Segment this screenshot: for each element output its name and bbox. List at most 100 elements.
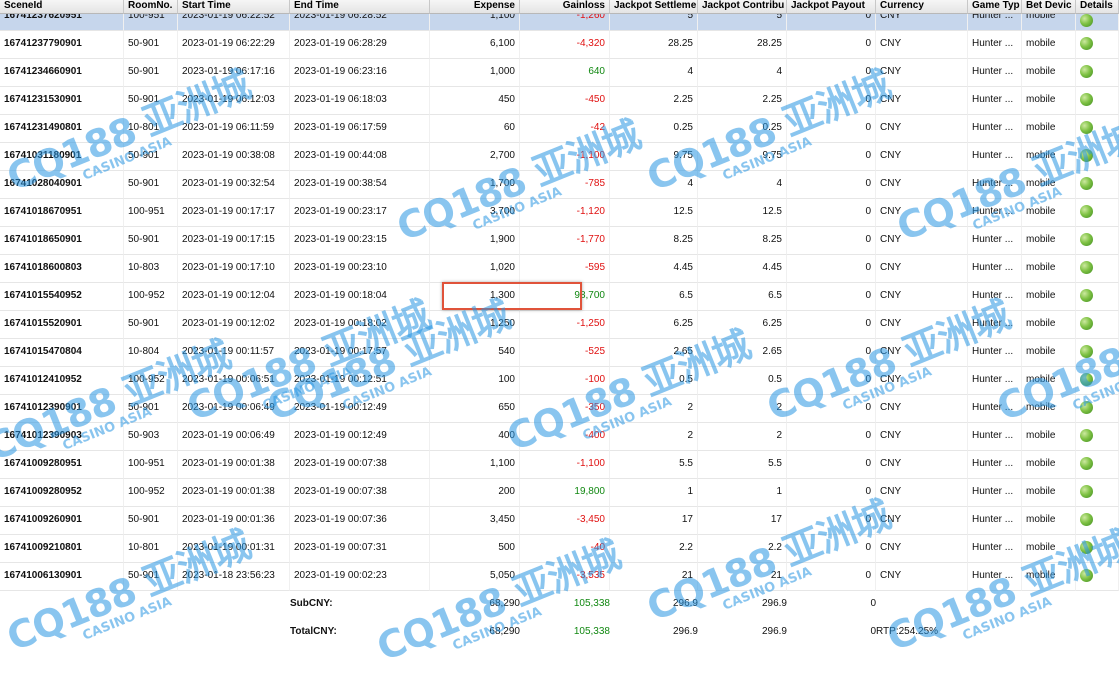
cell-expense: 3,700	[430, 199, 520, 227]
cell-details	[1076, 563, 1119, 591]
cell-expense: 5,050	[430, 563, 520, 591]
cell-start-time: 2023-01-19 00:17:15	[178, 227, 290, 255]
details-icon[interactable]	[1080, 64, 1093, 78]
cell-start-time: 2023-01-19 00:01:36	[178, 507, 290, 535]
cell-end-time: 2023-01-19 00:44:08	[290, 143, 430, 171]
cell-expense: 1,100	[430, 14, 520, 31]
column-header-scene-id[interactable]: SceneId	[0, 0, 124, 14]
cell-game-type: Hunter ...	[968, 395, 1022, 423]
cell-scene-id: 16741012390901	[0, 395, 124, 423]
column-header-room-no[interactable]: RoomNo.	[124, 0, 178, 14]
report-table: SceneId RoomNo. Start Time End Time Expense G…	[0, 0, 1119, 647]
column-header-details[interactable]: Details	[1076, 0, 1119, 14]
cell-details	[1076, 395, 1119, 423]
cell-details	[1076, 87, 1119, 115]
subtotal-label: SubCNY:	[290, 598, 333, 609]
details-icon[interactable]	[1080, 344, 1093, 358]
details-icon[interactable]	[1080, 204, 1093, 218]
details-icon[interactable]	[1080, 316, 1093, 330]
table-row[interactable]: 16741009280951 100-951 2023-01-19 00:01:38…	[0, 451, 1119, 479]
details-icon[interactable]	[1080, 288, 1093, 302]
cell-jackpot-contribution: 9.75	[698, 143, 787, 171]
cell-currency: CNY	[876, 423, 968, 451]
details-icon[interactable]	[1080, 120, 1093, 134]
cell-bet-device: mobile	[1022, 87, 1076, 115]
cell-end-time: 2023-01-19 06:28:29	[290, 31, 430, 59]
table-row[interactable]: 16741009280952 100-952 2023-01-19 00:01:38…	[0, 479, 1119, 507]
selected-partial-row[interactable]: 16741237620951 100-951 2023-01-19 06:22:52…	[0, 14, 1119, 31]
table-row[interactable]: 16741018600803 10-803 2023-01-19 00:17:10 2…	[0, 255, 1119, 283]
column-header-game-type[interactable]: Game Typ	[968, 0, 1022, 14]
cell-currency: CNY	[876, 367, 968, 395]
cell-jackpot-payout: 0	[787, 367, 876, 395]
cell-details	[1076, 31, 1119, 59]
column-header-jackpot-settlement[interactable]: Jackpot Settleme	[610, 0, 698, 14]
table-row[interactable]: 16741231530901 50-901 2023-01-19 06:12:03 2…	[0, 87, 1119, 115]
cell-scene-id: 16741012410952	[0, 367, 124, 395]
cell-currency: CNY	[876, 479, 968, 507]
cell-room-no: 50-901	[124, 395, 178, 423]
cell-jackpot-settlement: 1	[610, 479, 698, 507]
details-icon[interactable]	[1080, 36, 1093, 50]
details-icon[interactable]	[1080, 400, 1093, 414]
details-icon[interactable]	[1080, 568, 1093, 582]
table-row[interactable]: 16741018670951 100-951 2023-01-19 00:17:17…	[0, 199, 1119, 227]
cell-expense: 650	[430, 395, 520, 423]
table-row[interactable]: 16741237790901 50-901 2023-01-19 06:22:29 2…	[0, 31, 1119, 59]
column-header-start-time[interactable]: Start Time	[178, 0, 290, 14]
table-row[interactable]: 16741018650901 50-901 2023-01-19 00:17:15 2…	[0, 227, 1119, 255]
cell-jackpot-payout: 0	[787, 14, 876, 31]
details-icon[interactable]	[1080, 176, 1093, 190]
column-header-expense[interactable]: Expense	[430, 0, 520, 14]
details-icon[interactable]	[1080, 372, 1093, 386]
table-row[interactable]: 16741009260901 50-901 2023-01-19 00:01:36 2…	[0, 507, 1119, 535]
table-row[interactable]: 16741234660901 50-901 2023-01-19 06:17:16 2…	[0, 59, 1119, 87]
column-header-jackpot-payout[interactable]: Jackpot Payout	[787, 0, 876, 14]
cell-gainloss: -1,100	[520, 143, 610, 171]
column-header-gainloss[interactable]: Gainloss	[520, 0, 610, 14]
table-row[interactable]: 16741009210801 10-801 2023-01-19 00:01:31 2…	[0, 535, 1119, 563]
details-icon[interactable]	[1080, 260, 1093, 274]
table-row[interactable]: 16741231490801 10-801 2023-01-19 06:11:59 2…	[0, 115, 1119, 143]
cell-game-type: Hunter ...	[968, 507, 1022, 535]
table-header: SceneId RoomNo. Start Time End Time Expense G…	[0, 0, 1119, 14]
cell-end-time: 2023-01-19 06:17:59	[290, 115, 430, 143]
column-header-currency[interactable]: Currency	[876, 0, 968, 14]
cell-currency: CNY	[876, 563, 968, 591]
cell-start-time: 2023-01-19 00:11:57	[178, 339, 290, 367]
cell-jackpot-contribution: 2.2	[698, 535, 787, 563]
cell-end-time: 2023-01-19 00:18:02	[290, 311, 430, 339]
table-row[interactable]: 16741012390903 50-903 2023-01-19 00:06:49 2…	[0, 423, 1119, 451]
cell-gainloss: -525	[520, 339, 610, 367]
cell-end-time: 2023-01-19 00:12:51	[290, 367, 430, 395]
table-row[interactable]: 16741031180901 50-901 2023-01-19 00:38:08 2…	[0, 143, 1119, 171]
table-row[interactable]: 16741015520901 50-901 2023-01-19 00:12:02 2…	[0, 311, 1119, 339]
cell-bet-device: mobile	[1022, 14, 1076, 31]
details-icon[interactable]	[1080, 484, 1093, 498]
details-icon[interactable]	[1080, 456, 1093, 470]
details-icon[interactable]	[1080, 14, 1093, 27]
column-header-jackpot-contribution[interactable]: Jackpot Contribu	[698, 0, 787, 14]
details-icon[interactable]	[1080, 232, 1093, 246]
table-row[interactable]: 16741015470804 10-804 2023-01-19 00:11:57 2…	[0, 339, 1119, 367]
cell-expense: 1,000	[430, 59, 520, 87]
table-row[interactable]: 16741015540952 100-952 2023-01-19 00:12:04…	[0, 283, 1119, 311]
table-row[interactable]: 16741012390901 50-901 2023-01-19 00:06:49 2…	[0, 395, 1119, 423]
details-icon[interactable]	[1080, 540, 1093, 554]
details-icon[interactable]	[1080, 92, 1093, 106]
cell-start-time: 2023-01-19 00:38:08	[178, 143, 290, 171]
cell-gainloss: 98,700	[520, 283, 610, 311]
cell-jackpot-settlement: 5.5	[610, 451, 698, 479]
column-header-bet-device[interactable]: Bet Devic	[1022, 0, 1076, 14]
details-icon[interactable]	[1080, 148, 1093, 162]
table-row[interactable]: 16741012410952 100-952 2023-01-19 00:06:51…	[0, 367, 1119, 395]
cell-details	[1076, 479, 1119, 507]
table-row[interactable]: 16741028040901 50-901 2023-01-19 00:32:54 2…	[0, 171, 1119, 199]
cell-jackpot-contribution: 1	[698, 479, 787, 507]
cell-scene-id: 16741231530901	[0, 87, 124, 115]
column-header-end-time[interactable]: End Time	[290, 0, 430, 14]
details-icon[interactable]	[1080, 512, 1093, 526]
details-icon[interactable]	[1080, 428, 1093, 442]
table-row[interactable]: 16741006130901 50-901 2023-01-18 23:56:23 2…	[0, 563, 1119, 591]
cell-jackpot-payout: 0	[787, 115, 876, 143]
